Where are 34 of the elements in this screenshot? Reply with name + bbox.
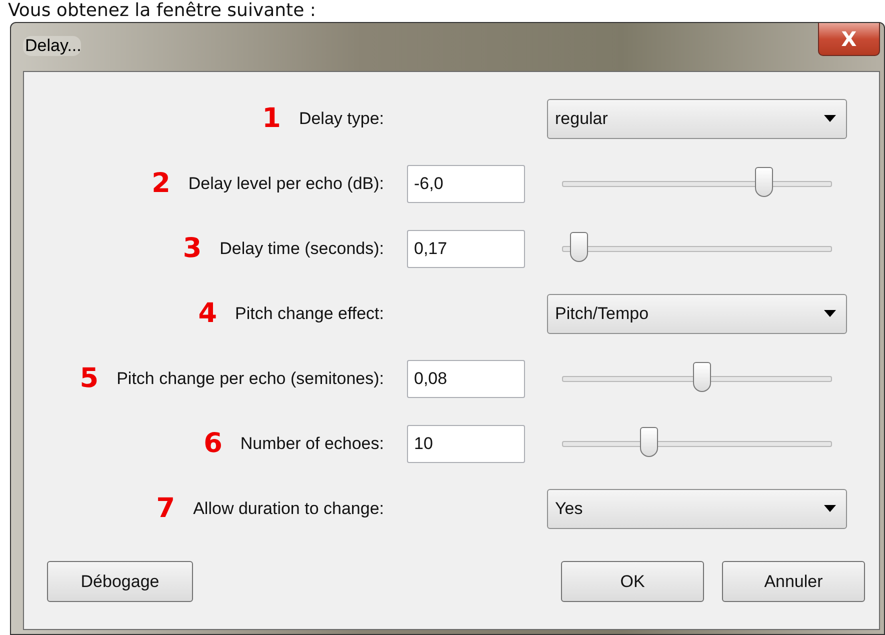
step-number: 3 <box>182 233 202 264</box>
step-number: 2 <box>152 168 170 199</box>
caret-icon <box>824 505 836 512</box>
step-number: 5 <box>80 363 99 394</box>
caret-icon <box>824 310 836 317</box>
slider-thumb[interactable] <box>640 426 658 456</box>
field-label: Delay type: <box>298 108 384 128</box>
value-field[interactable]: -6,0 <box>407 164 525 202</box>
slider-thumb[interactable] <box>755 166 773 196</box>
dropdown[interactable]: Yes <box>547 488 847 528</box>
slider-thumb[interactable] <box>570 232 588 262</box>
step-number: 6 <box>204 428 222 459</box>
ok-button[interactable]: OK <box>561 561 704 602</box>
field-label: Number of echoes: <box>240 434 384 454</box>
dropdown[interactable]: regular <box>547 98 847 138</box>
step-number: 7 <box>156 493 176 524</box>
cancel-button[interactable]: Annuler <box>722 561 865 602</box>
field-label: Delay time (seconds): <box>220 238 384 258</box>
step-number: 1 <box>262 103 281 134</box>
value-field[interactable]: 0,17 <box>407 230 525 268</box>
window-title: Delay... <box>23 36 82 56</box>
value-field[interactable]: 0,08 <box>407 360 525 398</box>
debug-button[interactable]: Débogage <box>47 561 193 602</box>
caption-text: Vous obtenez la fenêtre suivante : <box>8 0 316 21</box>
slider-thumb[interactable] <box>693 362 712 392</box>
field-label: Delay level per echo (dB): <box>188 174 384 194</box>
field-label: Pitch change per echo (semitones): <box>116 368 384 388</box>
dropdown[interactable]: Pitch/Tempo <box>547 294 847 334</box>
field-label: Pitch change effect: <box>234 304 384 324</box>
step-number: 4 <box>198 298 217 329</box>
value-field[interactable]: 10 <box>407 424 525 462</box>
caret-icon <box>824 115 836 122</box>
field-label: Allow duration to change: <box>193 498 384 518</box>
close-button[interactable]: X <box>818 23 880 56</box>
